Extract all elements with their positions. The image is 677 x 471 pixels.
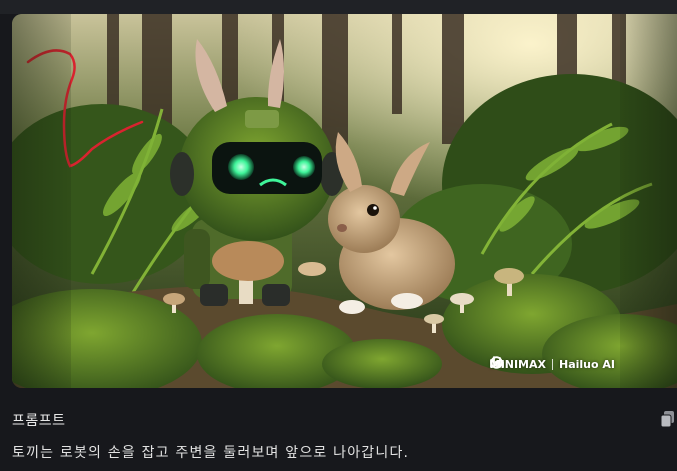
watermark-separator [552, 358, 553, 370]
watermark: MINIMAX Hailuo AI [490, 356, 615, 372]
generated-image[interactable]: MINIMAX Hailuo AI [12, 14, 677, 388]
prompt-text: 토끼는 로봇의 손을 잡고 주변을 둘러보며 앞으로 나아갑니다. [12, 445, 410, 461]
left-edge-shade [12, 14, 71, 388]
right-edge-shade [620, 14, 677, 388]
forest-scene-illustration [12, 14, 677, 388]
copy-icon [660, 411, 674, 428]
top-bar [0, 0, 677, 14]
prompt-heading: 프롬프트 [12, 413, 66, 429]
copy-button[interactable] [660, 410, 677, 428]
hailuo-logo-icon [490, 356, 503, 369]
watermark-brand-hailuo: Hailuo AI [559, 357, 615, 371]
